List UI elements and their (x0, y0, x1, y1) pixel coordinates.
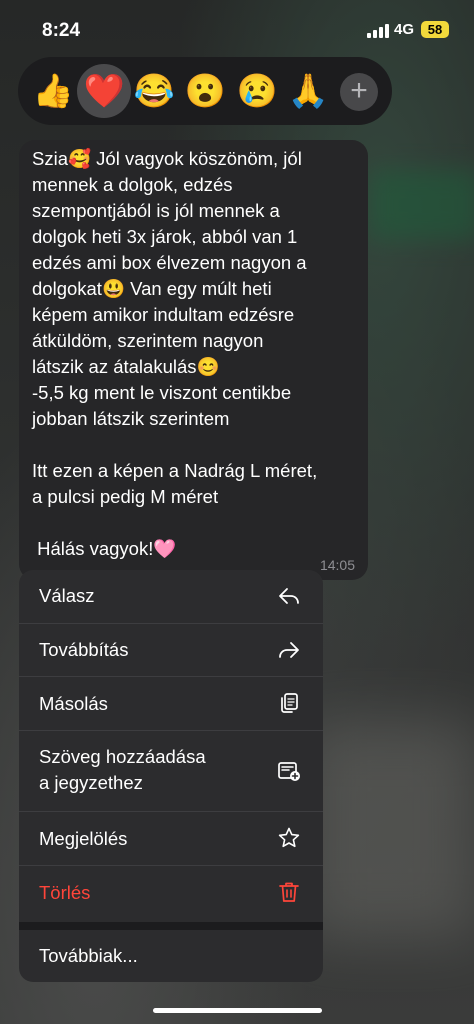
menu-item-delete[interactable]: Törlés (19, 866, 323, 922)
reply-icon (279, 588, 299, 604)
menu-item-label: Továbbiak... (39, 945, 138, 966)
message-text: Szia🥰 Jól vagyok köszönöm, jól mennek a … (32, 148, 318, 559)
message-timestamp: 14:05 (319, 557, 355, 573)
background-blur-green (370, 170, 474, 240)
reaction-surprised[interactable]: 😮 (178, 64, 232, 118)
battery-icon: 58 (421, 21, 449, 38)
menu-item-label: Válasz (39, 585, 95, 606)
menu-item-label: Továbbítás (39, 639, 129, 660)
menu-item-star[interactable]: Megjelölés (19, 812, 323, 866)
reaction-tears-of-joy[interactable]: 😂 (127, 64, 181, 118)
menu-separator (19, 922, 323, 930)
home-indicator (153, 1008, 322, 1013)
network-type: 4G (394, 21, 415, 38)
status-time: 8:24 (42, 20, 81, 41)
background-blur-light (300, 720, 474, 940)
menu-item-label: Törlés (39, 882, 91, 903)
copy-icon (281, 693, 298, 713)
note-add-icon (278, 762, 300, 781)
more-reactions-button[interactable]: + (340, 73, 378, 111)
menu-item-copy[interactable]: Másolás (19, 677, 323, 731)
signal-icon (367, 24, 389, 38)
context-menu: Válasz Továbbítás Másolás Szöveg hozzáad… (19, 570, 323, 982)
menu-item-label: Megjelölés (39, 828, 128, 849)
reaction-crying[interactable]: 😢 (230, 64, 284, 118)
message-bubble[interactable]: Szia🥰 Jól vagyok köszönöm, jól mennek a … (19, 140, 368, 580)
menu-item-forward[interactable]: Továbbítás (19, 623, 323, 677)
forward-icon (279, 642, 299, 658)
reaction-bar: 👍 ❤️ 😂 😮 😢 🙏 + (18, 57, 392, 125)
reaction-heart[interactable]: ❤️ (77, 64, 131, 118)
menu-item-label: Másolás (39, 693, 108, 714)
reaction-thumbs-up[interactable]: 👍 (26, 64, 80, 118)
reaction-folded-hands[interactable]: 🙏 (281, 64, 335, 118)
menu-item-more[interactable]: Továbbiak... (19, 930, 323, 982)
trash-icon (279, 882, 299, 902)
menu-item-add-to-note[interactable]: Szöveg hozzáadása a jegyzethez (19, 731, 323, 812)
status-bar: 8:24 4G 58 (0, 0, 474, 60)
menu-item-label: Szöveg hozzáadása a jegyzethez (39, 746, 206, 793)
star-icon (278, 827, 300, 848)
menu-item-reply[interactable]: Válasz (19, 570, 323, 624)
